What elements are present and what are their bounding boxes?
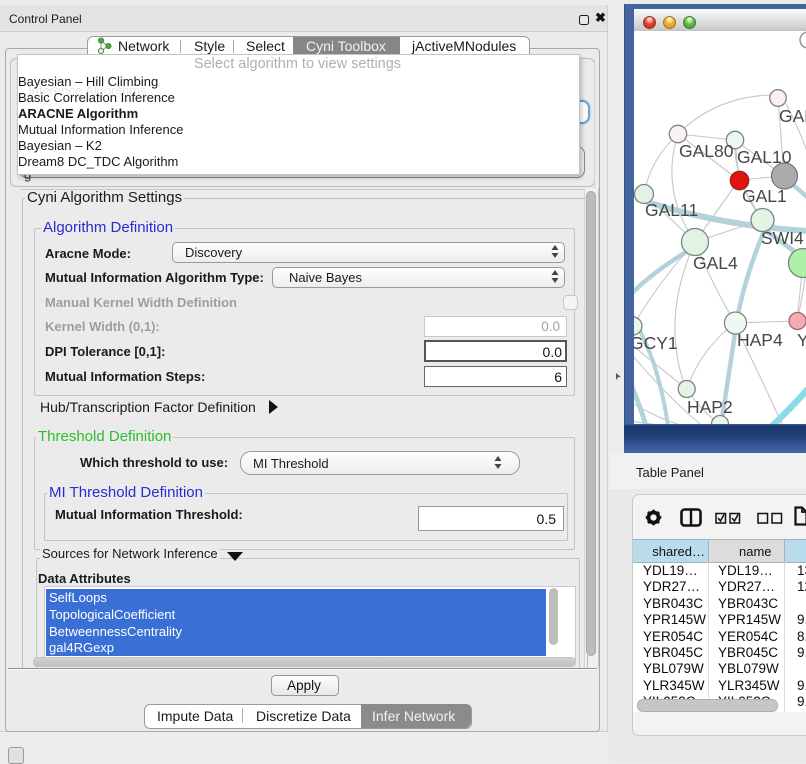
svg-text:GAL11: GAL11 <box>645 200 698 220</box>
svg-text:HAP2: HAP2 <box>687 397 733 417</box>
svg-text:HAP4: HAP4 <box>737 330 783 350</box>
svg-text:SWI4: SWI4 <box>761 228 804 248</box>
svg-text:GAL7: GAL7 <box>779 106 806 126</box>
svg-text:GAL10: GAL10 <box>737 147 792 167</box>
svg-text:GAL1: GAL1 <box>742 186 787 206</box>
svg-text:GAL4: GAL4 <box>693 253 738 273</box>
svg-text:GCY1: GCY1 <box>634 333 678 353</box>
svg-text:GAL80: GAL80 <box>679 141 734 161</box>
svg-text:YG: YG <box>797 330 806 350</box>
